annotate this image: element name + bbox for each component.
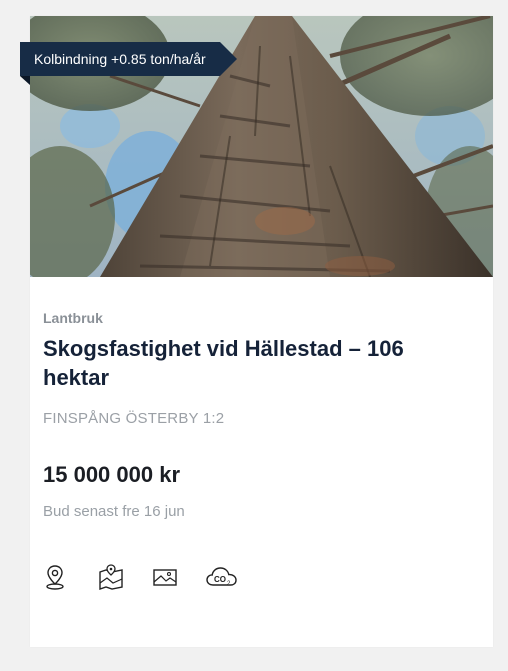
location-pin-icon[interactable] — [43, 563, 97, 591]
svg-text:2: 2 — [227, 581, 231, 587]
co2-cloud-icon[interactable]: CO 2 — [205, 563, 259, 591]
listing-price: 15 000 000 kr — [43, 462, 181, 487]
svg-text:CO: CO — [214, 575, 226, 584]
map-icon[interactable] — [97, 563, 151, 591]
bid-deadline: Bud senast fre 16 jun — [43, 503, 185, 520]
listing-icons: CO 2 — [43, 563, 259, 591]
listing-location: FINSPÅNG ÖSTERBY 1:2 — [43, 410, 225, 427]
carbon-badge-text: Kolbindning +0.85 ton/ha/år — [20, 42, 237, 76]
listing-details: Lantbruk Skogsfastighet vid Hällestad – … — [43, 310, 413, 520]
carbon-badge: Kolbindning +0.85 ton/ha/år — [20, 42, 237, 85]
listing-title[interactable]: Skogsfastighet vid Hällestad – 106 hekta… — [43, 334, 413, 392]
image-gallery-icon[interactable] — [151, 563, 205, 591]
carbon-badge-fold — [20, 76, 30, 85]
listing-category: Lantbruk — [43, 310, 103, 326]
